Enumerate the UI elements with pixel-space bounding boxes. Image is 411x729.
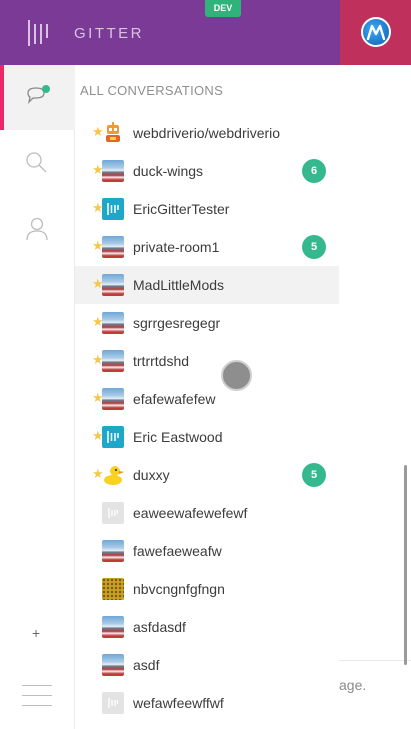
hamburger-menu-icon[interactable] [22,685,52,715]
room-name: nbvcngnfgfngn [133,581,225,597]
main-content-area [339,65,411,729]
room-avatar [102,388,124,410]
minibar-item-people[interactable] [0,195,75,260]
room-list-item[interactable]: ★ EricGitterTester [75,190,339,228]
panel-title: ALL CONVERSATIONS [80,83,224,98]
room-list-item[interactable]: wefawfeewffwf [75,684,339,722]
room-name: wefawfeewffwf [133,695,224,711]
room-name: webdriverio/webdriverio [133,125,281,141]
room-avatar [102,350,124,372]
search-icon [26,152,47,173]
room-avatar [102,160,124,182]
room-list-item[interactable]: ★ webdriverio/webdriverio [75,114,339,152]
room-list-item[interactable]: ★ duck-wings 6 [75,152,339,190]
room-list-item[interactable]: ★ duxxy 5 [75,456,339,494]
room-avatar [102,274,124,296]
room-list-item[interactable]: ★ MadLittleMods [75,266,339,304]
room-avatar [102,122,124,144]
room-name: EricGitterTester [133,201,230,217]
room-name: Eric Eastwood [133,429,223,445]
duck-avatar-icon [104,466,124,485]
room-list-item[interactable]: ★ trtrrtdshd [75,342,339,380]
room-name: efafewafefew [133,391,216,407]
top-header: GITTER DEV [0,0,411,65]
favourite-star-icon: ★ [92,390,104,405]
room-name: sgrrgesregegr [133,315,221,331]
app-title: GITTER [74,25,144,42]
gitter-logo-icon [108,698,118,708]
room-name: eaweewafewefewf [133,505,248,521]
gitter-logo-icon [28,20,48,46]
minibar: + [0,65,75,729]
room-list-item[interactable]: asdf [75,646,339,684]
room-list-item[interactable]: eaweewafewefewf [75,494,339,532]
room-list-item[interactable]: ★ efafewafefew [75,380,339,418]
unread-count-badge: 6 [302,159,326,183]
room-list-item[interactable]: fawefaeweafw [75,532,339,570]
room-name: MadLittleMods [133,277,225,293]
room-avatar [102,198,124,220]
room-name: fawefaeweafw [133,543,222,559]
gitter-logo-icon [107,203,119,215]
room-name: duck-wings [133,163,204,179]
add-community-button[interactable]: + [32,625,40,641]
room-list-item[interactable]: asfdasdf [75,608,339,646]
favourite-star-icon: ★ [92,162,104,177]
room-name: duxxy [133,467,170,483]
favourite-star-icon: ★ [92,428,104,443]
room-avatar [102,616,124,638]
unread-count-badge: 5 [302,463,326,487]
touch-cursor [221,360,252,391]
room-name: private-room1 [133,239,220,255]
gitter-logo-icon [107,431,119,443]
favourite-star-icon: ★ [92,352,104,367]
room-list-item[interactable]: ★ private-room1 5 [75,228,339,266]
room-avatar [102,540,124,562]
main-scrollbar[interactable] [404,465,407,665]
room-avatar [102,654,124,676]
room-name: asfdasdf [133,619,186,635]
favourite-star-icon: ★ [92,314,104,329]
conversations-panel: ALL CONVERSATIONS ★ webdriverio/webdriver… [75,65,339,729]
room-name: trtrrtdshd [133,353,190,369]
favourite-star-icon: ★ [92,276,104,291]
user-avatar[interactable] [361,17,391,47]
minibar-item-conversations[interactable] [0,65,75,130]
robot-avatar-icon [106,122,120,142]
room-list-item[interactable]: ★ Eric Eastwood [75,418,339,456]
room-name: asdf [133,657,160,673]
room-list-item[interactable]: ★ sgrrgesregegr [75,304,339,342]
favourite-star-icon: ★ [92,238,104,253]
minibar-item-search[interactable] [0,130,75,195]
chat-input-box[interactable]: age. [339,660,411,729]
dev-badge: DEV [205,0,241,17]
room-avatar [102,578,124,600]
chat-bubble-icon [27,85,50,104]
room-avatar [102,426,124,448]
gitter-logo-icon [108,508,118,518]
favourite-star-icon: ★ [92,200,104,215]
room-avatar [102,692,124,714]
favourite-star-icon: ★ [92,466,104,481]
room-list-item[interactable]: nbvcngnfgfngn [75,570,339,608]
room-avatar [102,312,124,334]
m-logo-icon [366,24,386,41]
favourite-star-icon: ★ [92,124,104,139]
chat-input-placeholder: age. [339,677,367,693]
unread-count-badge: 5 [302,235,326,259]
person-icon [26,217,48,241]
user-menu-area[interactable] [340,0,411,65]
room-avatar [102,236,124,258]
room-avatar [102,502,124,524]
room-avatar [102,464,124,486]
